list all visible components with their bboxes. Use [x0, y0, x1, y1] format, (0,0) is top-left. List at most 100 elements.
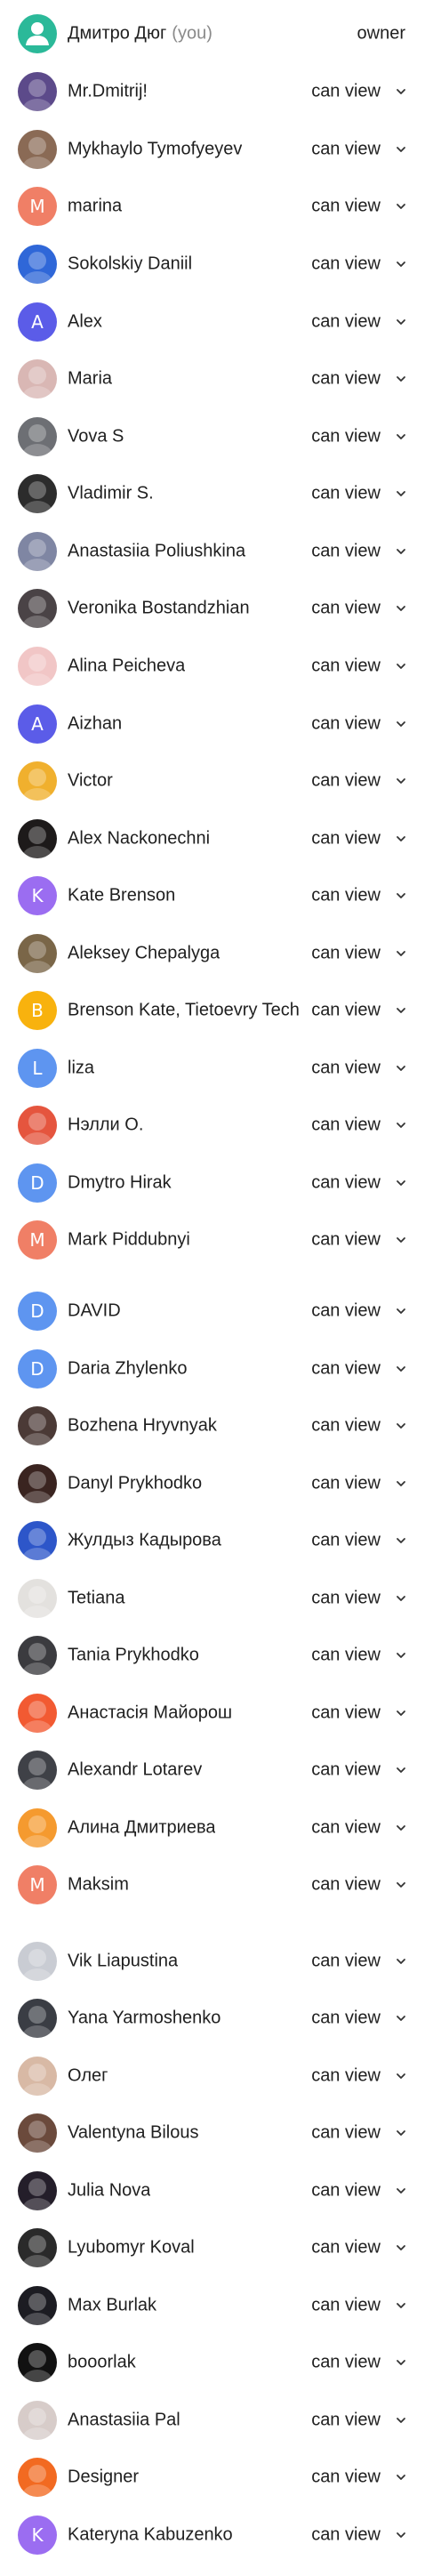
- chevron-down-icon[interactable]: [395, 1956, 407, 1967]
- chevron-down-icon[interactable]: [395, 661, 407, 672]
- chevron-down-icon[interactable]: [395, 1306, 407, 1316]
- chevron-down-icon[interactable]: [395, 719, 407, 729]
- chevron-down-icon[interactable]: [395, 2530, 407, 2540]
- permission-dropdown[interactable]: can view: [311, 484, 381, 504]
- member-row: Алина Дмитриева can view: [0, 1803, 425, 1853]
- permission-dropdown[interactable]: can view: [311, 1416, 381, 1437]
- permission-dropdown[interactable]: can view: [311, 1875, 381, 1896]
- permission-dropdown[interactable]: can view: [311, 2008, 381, 2029]
- chevron-down-icon[interactable]: [395, 144, 407, 155]
- permission-dropdown[interactable]: can view: [311, 1474, 381, 1494]
- chevron-down-icon[interactable]: [395, 2186, 407, 2196]
- chevron-down-icon[interactable]: [395, 1823, 407, 1833]
- chevron-down-icon[interactable]: [395, 86, 407, 97]
- chevron-down-icon[interactable]: [395, 890, 407, 901]
- chevron-down-icon[interactable]: [395, 1178, 407, 1188]
- chevron-down-icon[interactable]: [395, 1708, 407, 1719]
- member-avatar: [18, 819, 57, 858]
- permission-dropdown[interactable]: can view: [311, 1760, 381, 1781]
- chevron-down-icon[interactable]: [395, 776, 407, 786]
- permission-dropdown[interactable]: can view: [311, 1646, 381, 1666]
- chevron-down-icon[interactable]: [395, 2013, 407, 2024]
- permission-dropdown[interactable]: can view: [311, 1818, 381, 1839]
- permission-dropdown[interactable]: can view: [311, 2353, 381, 2373]
- permission-dropdown[interactable]: can view: [311, 1589, 381, 1609]
- chevron-down-icon[interactable]: [395, 1535, 407, 1546]
- chevron-down-icon[interactable]: [395, 546, 407, 557]
- permission-dropdown[interactable]: can view: [311, 1359, 381, 1380]
- chevron-down-icon[interactable]: [395, 948, 407, 959]
- member-row: Олег can view: [0, 2051, 425, 2101]
- permission-dropdown[interactable]: can view: [311, 1230, 381, 1251]
- member-avatar: [18, 1464, 57, 1503]
- permission-dropdown[interactable]: can view: [311, 656, 381, 677]
- permission-dropdown[interactable]: can view: [311, 599, 381, 619]
- chevron-down-icon[interactable]: [395, 1063, 407, 1074]
- chevron-down-icon[interactable]: [395, 1005, 407, 1016]
- permission-dropdown[interactable]: can view: [311, 2123, 381, 2144]
- member-name: Анастасія Майорош: [68, 1703, 232, 1723]
- chevron-down-icon[interactable]: [395, 431, 407, 442]
- chevron-down-icon[interactable]: [395, 488, 407, 499]
- permission-dropdown[interactable]: can view: [311, 1115, 381, 1136]
- person-icon: [26, 22, 49, 45]
- member-name: Maksim: [68, 1874, 129, 1895]
- chevron-down-icon[interactable]: [395, 1120, 407, 1131]
- permission-dropdown[interactable]: can view: [311, 2066, 381, 2087]
- permission-dropdown[interactable]: can view: [311, 1173, 381, 1194]
- chevron-down-icon[interactable]: [395, 1593, 407, 1604]
- chevron-down-icon[interactable]: [395, 2472, 407, 2483]
- permission-dropdown[interactable]: can view: [311, 2525, 381, 2546]
- chevron-down-icon[interactable]: [395, 2357, 407, 2368]
- permission-dropdown[interactable]: can view: [311, 369, 381, 390]
- chevron-down-icon[interactable]: [395, 201, 407, 212]
- permission-dropdown[interactable]: can view: [311, 197, 381, 217]
- permission-dropdown[interactable]: can view: [311, 2411, 381, 2431]
- permission-dropdown[interactable]: can view: [311, 2467, 381, 2488]
- chevron-down-icon[interactable]: [395, 2242, 407, 2253]
- permission-dropdown[interactable]: can view: [311, 2296, 381, 2316]
- permission-dropdown[interactable]: can view: [311, 312, 381, 333]
- permission-dropdown[interactable]: can view: [311, 1703, 381, 1724]
- permission-dropdown[interactable]: can view: [311, 427, 381, 447]
- chevron-down-icon[interactable]: [395, 1765, 407, 1775]
- member-row: Жулдыз Кадырова can view: [0, 1516, 425, 1566]
- chevron-down-icon[interactable]: [395, 1235, 407, 1245]
- member-avatar: [18, 1694, 57, 1733]
- chevron-down-icon[interactable]: [395, 2300, 407, 2311]
- chevron-down-icon[interactable]: [395, 603, 407, 614]
- permission-dropdown[interactable]: can view: [311, 829, 381, 849]
- permission-dropdown[interactable]: can view: [311, 542, 381, 562]
- member-name: Julia Nova: [68, 2180, 151, 2201]
- chevron-down-icon[interactable]: [395, 1478, 407, 1489]
- permission-dropdown[interactable]: can view: [311, 944, 381, 964]
- permission-dropdown[interactable]: can view: [311, 1531, 381, 1551]
- member-row: Alex Nackonechni can view: [0, 814, 425, 864]
- chevron-down-icon[interactable]: [395, 2415, 407, 2426]
- chevron-down-icon[interactable]: [395, 259, 407, 270]
- chevron-down-icon[interactable]: [395, 2071, 407, 2081]
- permission-dropdown[interactable]: can view: [311, 254, 381, 275]
- permission-dropdown[interactable]: can view: [311, 82, 381, 102]
- member-row: Designer can view: [0, 2452, 425, 2502]
- chevron-down-icon[interactable]: [395, 2128, 407, 2138]
- permission-dropdown[interactable]: can view: [311, 714, 381, 735]
- member-avatar: [18, 1808, 57, 1847]
- chevron-down-icon[interactable]: [395, 1650, 407, 1661]
- permission-dropdown[interactable]: can view: [311, 140, 381, 160]
- permission-dropdown[interactable]: can view: [311, 2238, 381, 2258]
- permission-dropdown[interactable]: can view: [311, 886, 381, 906]
- chevron-down-icon[interactable]: [395, 1421, 407, 1431]
- permission-dropdown[interactable]: can view: [311, 771, 381, 792]
- permission-dropdown[interactable]: can view: [311, 1952, 381, 1972]
- permission-dropdown[interactable]: can view: [311, 2181, 381, 2202]
- chevron-down-icon[interactable]: [395, 833, 407, 844]
- permission-dropdown[interactable]: can view: [311, 1301, 381, 1322]
- permission-dropdown[interactable]: can view: [311, 1001, 381, 1021]
- member-avatar: [18, 474, 57, 513]
- chevron-down-icon[interactable]: [395, 1364, 407, 1374]
- chevron-down-icon[interactable]: [395, 317, 407, 327]
- permission-dropdown[interactable]: can view: [311, 1059, 381, 1079]
- chevron-down-icon[interactable]: [395, 374, 407, 384]
- chevron-down-icon[interactable]: [395, 1880, 407, 1890]
